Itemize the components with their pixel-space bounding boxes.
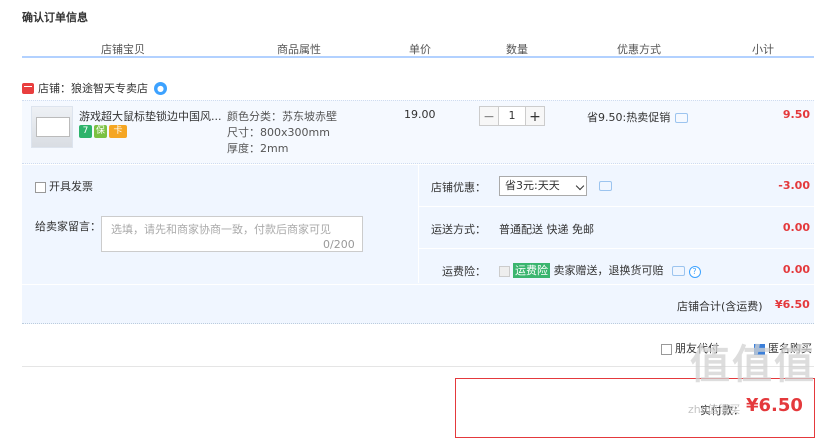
column-header-quantity: 数量 [506,43,528,56]
attr-color: 颜色分类：苏东坡赤壁 [227,110,337,123]
increase-button[interactable]: + [525,106,545,126]
comment-icon[interactable] [675,113,689,123]
column-header-attributes: 商品属性 [277,43,321,56]
quantity-input[interactable]: 1 [499,106,525,126]
shipping-label: 运送方式： [431,223,486,236]
invoice-label: 开具发票 [49,180,93,193]
shipping-amount: 0.00 [782,221,810,234]
header-divider [22,56,814,58]
shop-discount-label: 店铺优惠： [431,181,486,194]
shop-label: 店铺： [38,82,71,95]
chevron-down-icon [575,181,585,191]
shop-row: 店铺： 狼途智天专卖店 ● [22,80,167,96]
shop-name[interactable]: 狼途智天专卖店 [71,80,148,96]
pay-amount: ¥6.50 [746,395,803,416]
invoice-option[interactable]: 开具发票 [35,178,93,194]
insurance-checkbox [499,265,510,277]
discount-method: 省9.50:热卖促销 [587,109,689,125]
watermark-text: zhi.值得买 [688,403,741,416]
authentic-guarantee-icon[interactable]: 保 [94,125,107,138]
quantity-stepper: − 1 + [479,106,545,126]
card-payment-icon[interactable]: 卡 [109,125,127,138]
help-icon[interactable]: ? [688,266,701,278]
options-divider-3 [22,284,814,285]
friend-pay-checkbox[interactable] [661,343,672,355]
product-thumbnail[interactable] [31,106,73,148]
invoice-checkbox[interactable] [35,181,46,193]
unit-price: 19.00 [404,108,436,121]
service-badges: 7 保 卡 [79,125,127,138]
shop-discount-amount: -3.00 [778,179,810,192]
insurance-option: 运费险 卖家赠送，退换货可赔 ? [499,262,701,278]
comment-icon[interactable] [599,181,612,191]
seven-day-return-icon[interactable]: 7 [79,125,92,138]
watermark-logo: 值值值 [690,342,816,388]
page-title: 确认订单信息 [22,11,88,24]
chat-wangwang-icon[interactable]: ● [154,81,167,95]
message-label: 给卖家留言： [35,220,101,233]
column-header-subtotal: 小计 [752,43,774,56]
comment-icon[interactable] [672,266,685,276]
product-name[interactable]: 游戏超大鼠标垫锁边中国风... [79,108,225,124]
item-subtotal: 9.50 [782,108,810,121]
column-header-price: 单价 [409,43,431,56]
shop-discount-value: 省3元:天天 [505,179,560,192]
options-divider-1 [418,206,814,207]
column-header-discount: 优惠方式 [617,43,661,56]
discount-text: 省9.50:热卖促销 [587,111,671,124]
attr-size: 尺寸：800x300mm [227,126,330,139]
insurance-tag: 运费险 [513,263,550,278]
column-header-shop-item: 店铺宝贝 [101,43,145,56]
options-divider-2 [418,248,814,249]
insurance-label: 运费险： [442,265,486,278]
insurance-text: 卖家赠送，退换货可赔 [553,264,664,277]
attr-thickness: 厚度：2mm [227,142,289,155]
shipping-value: 普通配送 快递 免邮 [499,223,594,236]
message-placeholder: 选填，请先和商家协商一致，付款后商家可见 [111,223,331,236]
shop-total-label: 店铺合计(含运费) [677,300,763,313]
shop-discount-select[interactable]: 省3元:天天 [499,176,587,196]
options-divider [418,165,419,283]
insurance-amount: 0.00 [782,263,810,276]
message-counter: 0/200 [323,238,355,251]
shop-total-amount: ¥6.50 [775,298,810,311]
shop-icon [22,82,34,94]
decrease-button[interactable]: − [479,106,499,126]
